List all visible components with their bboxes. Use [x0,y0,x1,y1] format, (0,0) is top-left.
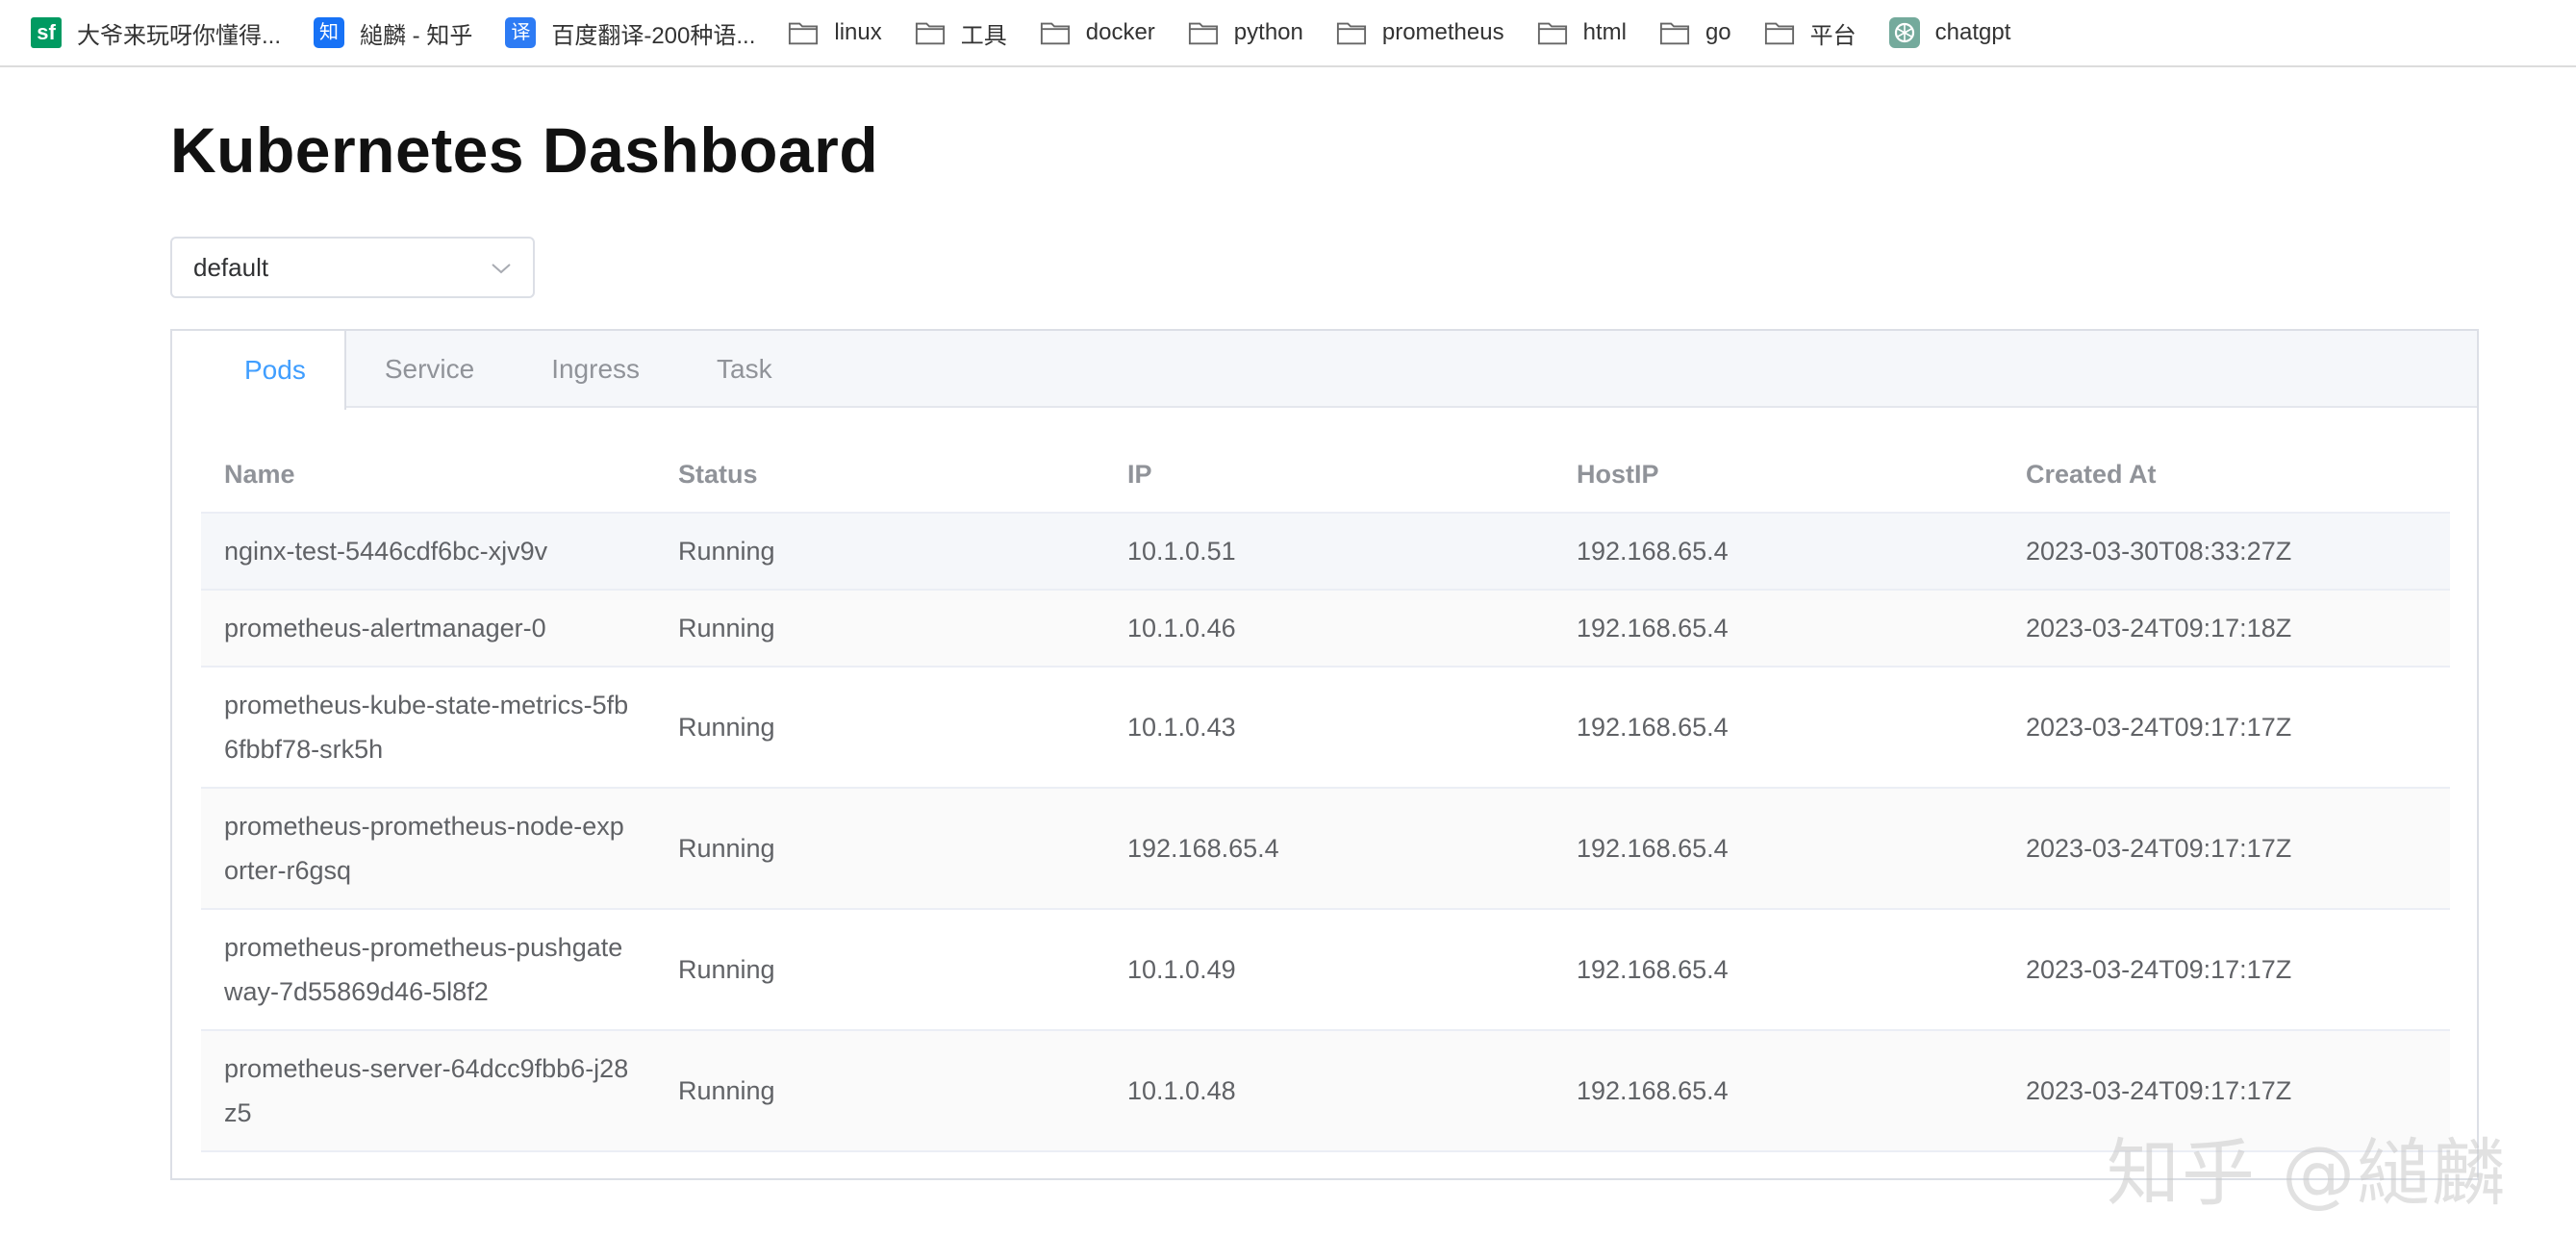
pod-name: prometheus-alertmanager-0 [224,614,546,643]
pod-status: Running [678,1076,775,1105]
table-header: Name Status IP HostIP Created At [201,437,2450,514]
folder-icon [1659,22,1690,45]
pod-name: nginx-test-5446cdf6bc-xjv9v [224,537,548,566]
pod-ip: 192.168.65.4 [1127,834,1279,863]
pod-ip: 10.1.0.48 [1127,1076,1236,1105]
chatgpt-icon [1888,17,1920,48]
bookmark-folder-html[interactable]: html [1537,9,1627,57]
bookmark-label: chatgpt [1934,19,2011,45]
bookmark-label: prometheus [1381,19,1504,45]
tabs-card: Pods Service Ingress Task Name Status IP… [170,329,2479,1180]
bookmark-folder-platform[interactable]: 平台 [1764,9,1856,57]
bookmark-folder-python[interactable]: python [1188,9,1303,57]
bookmark-folder-linux[interactable]: linux [788,9,882,57]
pods-table: Name Status IP HostIP Created At nginx-t… [201,437,2450,1152]
pod-ip: 10.1.0.43 [1127,713,1236,742]
bookmark-label: 工具 [960,22,1007,49]
bookmark-label: 大爷来玩呀你懂得... [77,22,282,49]
tab-ingress[interactable]: Ingress [513,331,678,408]
tab-pods[interactable]: Pods [172,331,346,410]
bookmark-label: html [1582,19,1627,45]
bookmark-folder-prometheus[interactable]: prometheus [1336,9,1504,57]
baidu-translate-icon: 译 [505,17,537,48]
column-header-created-at[interactable]: Created At [2003,452,2450,496]
pod-name: prometheus-prometheus-pushgateway-7d5586… [224,933,623,1006]
namespace-select[interactable]: default [170,237,535,298]
zhihu-icon: 知 [314,17,345,48]
folder-icon [789,22,819,45]
table-row[interactable]: prometheus-kube-state-metrics-5fb6fbbf78… [201,668,2450,789]
segmentfault-icon: sf [31,17,62,48]
pod-created-at: 2023-03-30T08:33:27Z [2026,537,2292,566]
pod-host-ip: 192.168.65.4 [1577,713,1729,742]
pod-created-at: 2023-03-24T09:17:17Z [2026,1076,2292,1105]
bookmark-segmentfault[interactable]: sf 大爷来玩呀你懂得... [31,9,281,57]
table-row[interactable]: prometheus-alertmanager-0 Running 10.1.0… [201,591,2450,668]
namespace-select-value: default [193,252,269,282]
bookmark-folder-go[interactable]: go [1659,9,1731,57]
pod-name: prometheus-kube-state-metrics-5fb6fbbf78… [224,691,629,764]
pod-host-ip: 192.168.65.4 [1577,1076,1729,1105]
column-header-name[interactable]: Name [201,452,655,496]
bookmark-folder-tools[interactable]: 工具 [915,9,1007,57]
pod-status: Running [678,537,775,566]
pod-name: prometheus-prometheus-node-exporter-r6gs… [224,812,624,885]
zhihu-watermark: 知乎 @縋麟 [2107,1130,2508,1216]
pod-ip: 10.1.0.51 [1127,537,1236,566]
chevron-down-icon [492,264,511,274]
pod-ip: 10.1.0.46 [1127,614,1236,643]
pod-host-ip: 192.168.65.4 [1577,834,1729,863]
bookmarks-bar: sf 大爷来玩呀你懂得... 知 縋麟 - 知乎 译 百度翻译-200种语...… [0,0,2576,67]
bookmark-label: docker [1085,19,1155,45]
pod-host-ip: 192.168.65.4 [1577,614,1729,643]
pod-status: Running [678,614,775,643]
table-row[interactable]: nginx-test-5446cdf6bc-xjv9v Running 10.1… [201,514,2450,591]
bookmark-folder-docker[interactable]: docker [1040,9,1155,57]
table-row[interactable]: prometheus-prometheus-node-exporter-r6gs… [201,789,2450,910]
folder-icon [1188,22,1218,45]
pod-created-at: 2023-03-24T09:17:17Z [2026,713,2292,742]
pod-host-ip: 192.168.65.4 [1577,955,1729,984]
bookmark-label: 平台 [1809,22,1856,49]
folder-icon [1764,22,1794,45]
folder-icon [1336,22,1366,45]
column-header-ip[interactable]: IP [1104,452,1553,496]
bookmark-label: go [1705,19,1731,45]
pod-host-ip: 192.168.65.4 [1577,537,1729,566]
column-header-status[interactable]: Status [655,452,1104,496]
folder-icon [1537,22,1567,45]
bookmark-chatgpt[interactable]: chatgpt [1888,9,2011,57]
bookmark-label: linux [834,19,882,45]
bookmark-label: python [1233,19,1303,45]
bookmark-label: 百度翻译-200种语... [551,22,756,49]
page-title: Kubernetes Dashboard [170,114,879,186]
pod-created-at: 2023-03-24T09:17:18Z [2026,614,2292,643]
bookmark-zhihu[interactable]: 知 縋麟 - 知乎 [314,9,472,57]
folder-icon [915,22,945,45]
pod-status: Running [678,955,775,984]
pod-ip: 10.1.0.49 [1127,955,1236,984]
pod-created-at: 2023-03-24T09:17:17Z [2026,955,2292,984]
tab-bar: Pods Service Ingress Task [172,331,2477,410]
pod-status: Running [678,713,775,742]
pod-status: Running [678,834,775,863]
folder-icon [1040,22,1070,45]
tab-task[interactable]: Task [678,331,811,408]
bookmark-baidu-translate[interactable]: 译 百度翻译-200种语... [505,9,755,57]
bookmark-label: 縋麟 - 知乎 [360,22,473,49]
pod-name: prometheus-server-64dcc9fbb6-j28z5 [224,1054,629,1127]
column-header-hostip[interactable]: HostIP [1553,452,2003,496]
tab-service[interactable]: Service [346,331,513,408]
pod-created-at: 2023-03-24T09:17:17Z [2026,834,2292,863]
table-row[interactable]: prometheus-prometheus-pushgateway-7d5586… [201,910,2450,1031]
